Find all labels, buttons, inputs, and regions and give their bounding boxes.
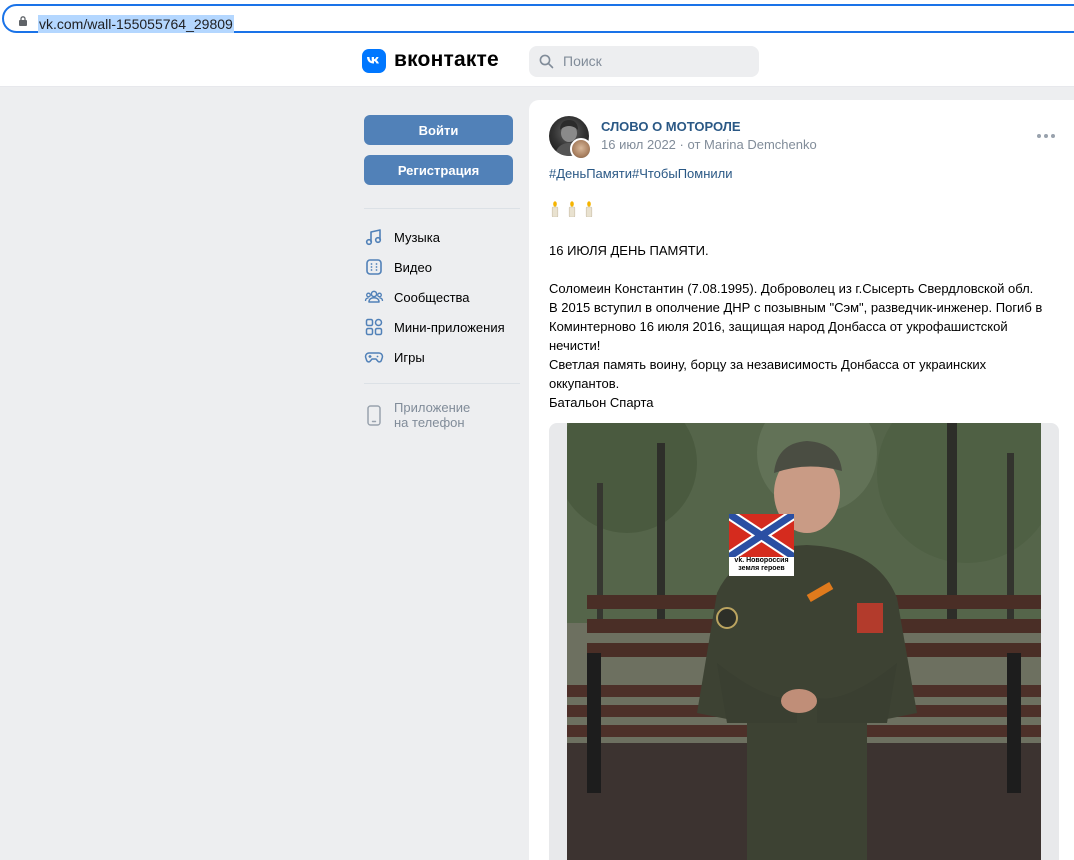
phone-icon	[367, 405, 381, 426]
sidebar-item-communities[interactable]: Сообщества	[364, 283, 520, 311]
candle-emoji-row	[551, 201, 593, 217]
games-icon	[364, 352, 384, 363]
url-text[interactable]: vk.com/wall-155055764_29809	[38, 15, 234, 33]
post-date[interactable]: 16 июл 2022	[601, 137, 676, 152]
sidebar-item-mobile-app[interactable]: Приложение на телефон	[364, 400, 520, 434]
post-text: 16 ИЮЛЯ ДЕНЬ ПАМЯТИ. Соломеин Константин…	[549, 241, 1049, 412]
video-icon	[366, 259, 382, 275]
search-input[interactable]: Поиск	[529, 46, 759, 77]
author-avatar[interactable]	[570, 138, 592, 160]
flag-caption: vk. Новороссия земля героев	[729, 557, 794, 573]
mini-apps-icon	[365, 318, 383, 336]
sidebar-item-mini-apps[interactable]: Мини-приложения	[364, 313, 520, 341]
meta-separator: ·	[679, 137, 688, 152]
more-options-icon[interactable]	[1037, 134, 1055, 140]
login-button[interactable]: Войти	[364, 115, 513, 145]
vk-logo-icon[interactable]	[362, 49, 386, 73]
logo-text[interactable]: вконтакте	[394, 48, 499, 72]
sidebar-item-label: Игры	[394, 349, 425, 365]
post-headline: 16 ИЮЛЯ ДЕНЬ ПАМЯТИ.	[549, 243, 709, 258]
sidebar-item-label: Видео	[394, 259, 432, 275]
search-icon	[539, 54, 554, 69]
flag-caption-line1: vk. Новороссия	[734, 557, 789, 564]
post-hashtags[interactable]: #ДеньПамяти#ЧтобыПомнили	[549, 166, 733, 181]
post-body-line: оккупантов.	[549, 376, 620, 391]
browser-address-bar: vk.com/wall-155055764_29809	[0, 0, 1074, 38]
mobile-app-line2: на телефон	[394, 415, 465, 430]
url-field[interactable]: vk.com/wall-155055764_29809	[2, 4, 1074, 33]
candle-icon	[585, 201, 593, 217]
post-photo[interactable]: vk. Новороссия земля героев	[549, 423, 1059, 860]
post-card: СЛОВО О МОТОРОЛЕ 16 июл 2022 · от Marina…	[529, 100, 1074, 860]
sidebar-item-games[interactable]: Игры	[364, 343, 520, 371]
music-icon	[365, 229, 382, 246]
group-name-link[interactable]: СЛОВО О МОТОРОЛЕ	[601, 119, 741, 134]
candle-icon	[568, 201, 576, 217]
flag-caption-line2: земля героев	[738, 565, 785, 572]
post-meta: 16 июл 2022 · от Marina Demchenko	[601, 137, 817, 152]
sidebar-divider	[364, 383, 520, 384]
post-body-line: В 2015 вступил в ополчение ДНР с позывны…	[549, 300, 1043, 315]
post-body-line: Коминтерново 16 июля 2016, защищая народ…	[549, 319, 1008, 334]
post-body-line: нечисти!	[549, 338, 601, 353]
communities-icon	[364, 290, 384, 303]
post-body-line: Светлая память воину, борцу за независим…	[549, 357, 987, 372]
post-author[interactable]: от Marina Demchenko	[688, 137, 817, 152]
register-button[interactable]: Регистрация	[364, 155, 513, 185]
search-placeholder: Поиск	[563, 53, 602, 69]
mobile-app-line1: Приложение	[394, 400, 471, 415]
sidebar-item-label: Сообщества	[394, 289, 470, 305]
candle-icon	[551, 201, 559, 217]
vk-header: вконтакте Поиск	[0, 38, 1074, 87]
sidebar-divider	[364, 208, 520, 209]
sidebar-item-label: Музыка	[394, 229, 440, 245]
lock-icon	[19, 16, 27, 26]
sidebar-item-label: Мини-приложения	[394, 319, 505, 335]
sidebar-item-video[interactable]: Видео	[364, 253, 520, 281]
post-body-line: Соломеин Константин (7.08.1995). Доброво…	[549, 281, 1034, 296]
novorossiya-flag-icon: vk. Новороссия земля героев	[725, 509, 798, 576]
soldier-photo[interactable]: vk. Новороссия земля героев	[557, 423, 1057, 860]
mobile-app-label: Приложение на телефон	[394, 400, 504, 430]
post-body-line: Батальон Спарта	[549, 395, 654, 410]
sidebar-item-music[interactable]: Музыка	[364, 223, 520, 251]
